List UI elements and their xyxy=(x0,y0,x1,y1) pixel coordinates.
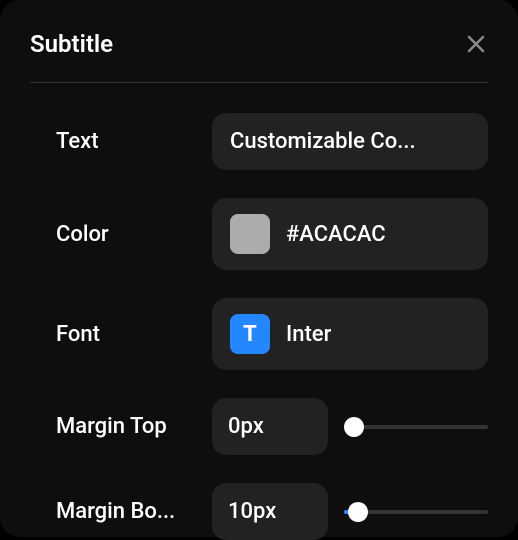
field-row-margin-top: Margin Top 0px xyxy=(56,398,488,455)
font-icon-letter: T xyxy=(243,322,257,347)
text-input-value: Customizable Co... xyxy=(230,129,416,154)
margin-bottom-value: 10px xyxy=(228,499,276,524)
close-icon[interactable] xyxy=(464,32,488,56)
margin-top-input[interactable]: 0px xyxy=(212,398,328,455)
panel-header: Subtitle xyxy=(30,30,488,83)
margin-top-slider[interactable] xyxy=(344,415,488,439)
margin-bottom-slider[interactable] xyxy=(344,500,488,524)
field-label: Font xyxy=(56,322,196,347)
margin-bottom-input[interactable]: 10px xyxy=(212,483,328,540)
slider-thumb[interactable] xyxy=(344,417,364,437)
fields-container: Text Customizable Co... Color #ACACAC Fo… xyxy=(30,113,488,540)
font-value: Inter xyxy=(286,322,331,347)
slider-thumb[interactable] xyxy=(348,502,368,522)
field-label: Margin Bo... xyxy=(56,499,196,524)
slider-track xyxy=(344,425,488,429)
field-row-text: Text Customizable Co... xyxy=(56,113,488,170)
text-input[interactable]: Customizable Co... xyxy=(212,113,488,170)
font-icon: T xyxy=(230,314,270,354)
margin-top-value: 0px xyxy=(228,414,264,439)
field-row-color: Color #ACACAC xyxy=(56,198,488,270)
field-row-font: Font T Inter xyxy=(56,298,488,370)
panel-title: Subtitle xyxy=(30,30,113,58)
field-row-margin-bottom: Margin Bo... 10px xyxy=(56,483,488,540)
field-label: Color xyxy=(56,222,196,247)
font-input[interactable]: T Inter xyxy=(212,298,488,370)
color-input[interactable]: #ACACAC xyxy=(212,198,488,270)
color-hex-value: #ACACAC xyxy=(286,222,386,247)
field-label: Margin Top xyxy=(56,414,196,439)
subtitle-panel: Subtitle Text Customizable Co... Color #… xyxy=(0,0,518,537)
color-swatch[interactable] xyxy=(230,214,270,254)
field-label: Text xyxy=(56,129,196,154)
